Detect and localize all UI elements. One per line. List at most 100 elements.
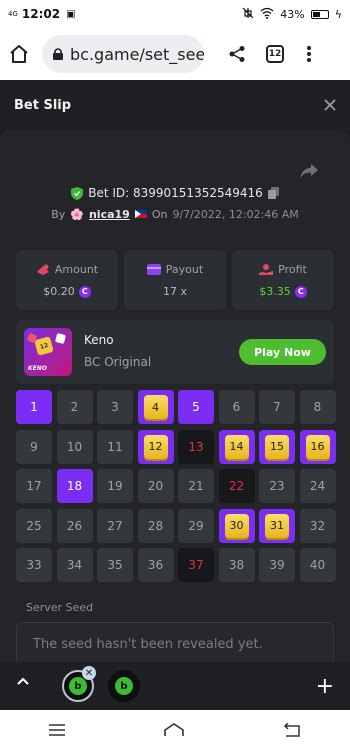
profit-label: Profit bbox=[278, 263, 307, 276]
currency-coin-icon: C bbox=[78, 285, 91, 298]
amount-label: Amount bbox=[54, 263, 99, 276]
url-text: bc.game/set_seed bbox=[70, 44, 204, 64]
keno-cell: 10 bbox=[56, 429, 93, 464]
keno-cell: 36 bbox=[137, 548, 174, 582]
keno-cell-drawn: 13 bbox=[178, 429, 214, 464]
keno-thumbnail-label: KENO bbox=[28, 365, 47, 372]
keno-board: 1 2 3 4 5 6 7 8 9 10 11 12 13 14 15 16 17 18 19 20 21 22 23 24 2… bbox=[14, 390, 336, 582]
battery-icon bbox=[310, 9, 329, 19]
keno-cell: 26 bbox=[56, 508, 93, 543]
user-avatar-icon: 🌸 bbox=[70, 208, 84, 221]
keno-cell: 38 bbox=[218, 548, 255, 582]
bc-game-logo-icon: b bbox=[115, 677, 133, 695]
keno-cell: 33 bbox=[16, 548, 52, 582]
keno-cell-picked: 18 bbox=[56, 469, 93, 503]
server-seed-label: Server Seed bbox=[26, 601, 94, 614]
keno-cell-hit: 14 bbox=[218, 429, 255, 464]
keno-cell: 11 bbox=[97, 429, 133, 464]
mute-icon bbox=[242, 7, 254, 22]
profit-hand-icon bbox=[259, 263, 274, 276]
keno-cell: 25 bbox=[16, 508, 52, 543]
share-bet-icon[interactable] bbox=[300, 164, 318, 178]
wallet-icon bbox=[146, 264, 161, 275]
keno-cell: 8 bbox=[299, 390, 336, 424]
keno-cell-hit: 30 bbox=[218, 508, 255, 543]
keno-cell: 9 bbox=[16, 429, 52, 464]
game-card: 12 KENO Keno BC Original Play Now bbox=[16, 320, 334, 384]
close-icon[interactable] bbox=[324, 99, 336, 111]
bet-chips-icon bbox=[36, 264, 50, 276]
keno-cell: 35 bbox=[97, 548, 133, 582]
bc-game-logo-icon: b bbox=[69, 677, 87, 695]
browser-toolbar: bc.game/set_seed 12 bbox=[0, 28, 350, 80]
bet-id-row: Bet ID: 83990151352549416 bbox=[0, 186, 350, 200]
charging-icon: ϟ bbox=[334, 7, 342, 21]
keno-cell: 20 bbox=[137, 469, 174, 503]
back-icon[interactable] bbox=[283, 723, 301, 737]
home-icon[interactable] bbox=[8, 43, 30, 65]
keno-cell: 24 bbox=[299, 469, 336, 503]
keno-cell: 7 bbox=[259, 390, 295, 424]
profit-value: $3.35 bbox=[259, 285, 291, 298]
keno-cell: 28 bbox=[137, 508, 174, 543]
keno-cell: 17 bbox=[16, 469, 52, 503]
username-link[interactable]: nica19 bbox=[89, 208, 130, 221]
status-bar: 4G 12:02 ▣ 43% ϟ bbox=[0, 0, 350, 28]
flag-icon bbox=[134, 208, 147, 221]
amount-card: Amount $0.20 C bbox=[16, 250, 118, 310]
clock: 12:02 bbox=[21, 7, 61, 21]
tab-switcher-button[interactable]: 12 bbox=[266, 45, 284, 63]
game-name: Keno bbox=[84, 333, 114, 347]
system-nav-bar bbox=[0, 710, 350, 750]
keno-cell: 40 bbox=[299, 548, 336, 582]
verified-shield-icon bbox=[71, 186, 84, 200]
keno-cell-hit: 15 bbox=[259, 429, 295, 464]
keno-cell: 19 bbox=[97, 469, 133, 503]
keno-cell: 32 bbox=[299, 508, 336, 543]
battery-level: 43% bbox=[280, 7, 305, 21]
keno-cell-picked: 1 bbox=[16, 390, 52, 424]
keno-cell: 39 bbox=[259, 548, 295, 582]
share-icon[interactable] bbox=[228, 45, 246, 63]
bet-id: Bet ID: 83990151352549416 bbox=[88, 186, 263, 200]
keno-cell-drawn: 22 bbox=[218, 469, 255, 503]
keno-cell: 2 bbox=[56, 390, 93, 424]
keno-cell-picked: 5 bbox=[178, 390, 214, 424]
server-seed-field: The seed hasn't been revealed yet. bbox=[16, 622, 334, 662]
lock-icon bbox=[52, 47, 64, 61]
close-tab-icon[interactable]: ✕ bbox=[82, 666, 96, 680]
on-label: On bbox=[151, 208, 168, 221]
copy-icon[interactable] bbox=[267, 187, 279, 199]
keno-cell: 21 bbox=[178, 469, 214, 503]
keno-cell: 23 bbox=[259, 469, 295, 503]
bet-stats: Amount $0.20 C Payout 17 x Profit $3.35 … bbox=[16, 250, 334, 310]
keno-cell: 3 bbox=[97, 390, 133, 424]
keno-cell-hit: 31 bbox=[259, 508, 295, 543]
recent-apps-icon[interactable] bbox=[49, 724, 65, 736]
address-bar[interactable]: bc.game/set_seed bbox=[42, 35, 204, 73]
bet-date: 9/7/2022, 12:02:46 AM bbox=[172, 208, 299, 221]
keno-cell: 29 bbox=[178, 508, 214, 543]
modal-title: Bet Slip bbox=[14, 97, 72, 113]
game-subtitle: BC Original bbox=[84, 355, 152, 369]
overflow-menu-icon[interactable] bbox=[306, 45, 312, 63]
amount-value: $0.20 bbox=[43, 285, 75, 298]
keno-thumbnail[interactable]: 12 KENO bbox=[24, 328, 72, 376]
payout-label: Payout bbox=[165, 263, 204, 276]
modal-header: Bet Slip bbox=[0, 80, 350, 130]
by-label: By bbox=[51, 208, 66, 221]
new-tab-icon[interactable]: + bbox=[316, 674, 334, 699]
payout-card: Payout 17 x bbox=[124, 250, 226, 310]
home-nav-icon[interactable] bbox=[163, 722, 185, 738]
play-now-button[interactable]: Play Now bbox=[239, 339, 326, 365]
tab-thumbnail[interactable]: b bbox=[108, 670, 140, 702]
wifi-icon bbox=[260, 7, 274, 22]
payout-value: 17 x bbox=[162, 285, 187, 298]
bet-slip-content: Bet ID: 83990151352549416 By 🌸 nica19 On… bbox=[0, 130, 350, 662]
keno-cell-hit: 12 bbox=[137, 429, 174, 464]
currency-coin-icon: C bbox=[294, 285, 307, 298]
notification-icon: ▣ bbox=[66, 8, 76, 20]
keno-cell-hit: 4 bbox=[137, 390, 174, 424]
chevron-up-icon[interactable] bbox=[16, 676, 30, 686]
keno-cell-drawn: 37 bbox=[178, 548, 214, 582]
